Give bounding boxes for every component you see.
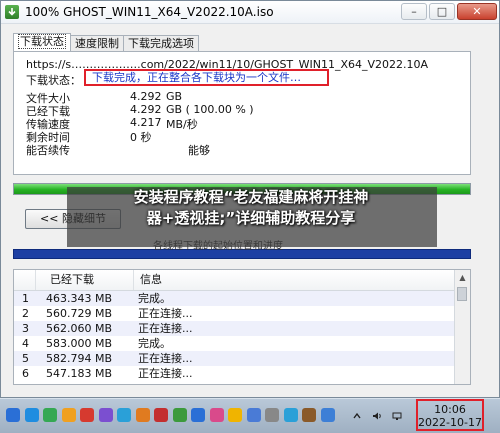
thread-index: 6 [22,367,29,380]
thread-list[interactable]: 已经下载 信息 1 463.343 MB 完成。 2 560.729 MB 正在连接...… [13,269,471,385]
thread-info: 正在连接... [138,352,193,365]
chevron-up-icon[interactable] [352,411,362,421]
clock-date: 2022-10-17 [418,416,482,429]
status-row: 下载状态： [26,72,84,88]
thread-index: 1 [22,292,29,305]
taskbar-app-icon[interactable] [228,408,242,422]
thread-row[interactable]: 5 582.794 MB 正在连接... [14,351,456,366]
thread-row[interactable]: 1 463.343 MB 完成。 [14,291,456,306]
thread-index: 2 [22,307,29,320]
taskbar-app-icon[interactable] [172,408,187,422]
tab-strip: 下载状态 速度限制 下载完成选项 [13,33,199,51]
thread-info: 正在连接... [138,307,193,320]
detail-value: 4.292 [130,103,162,116]
taskbar-app-icon[interactable] [80,408,94,422]
taskbar-app-icon[interactable] [98,408,113,422]
tab-completion-options[interactable]: 下载完成选项 [123,35,199,51]
status-label: 下载状态： [26,74,81,87]
scroll-thumb[interactable] [457,287,467,301]
taskbar-app-icon[interactable] [135,408,150,422]
thread-list-scrollbar[interactable]: ▲ [454,270,470,384]
thread-info: 正在连接... [138,322,193,335]
overlay-caption: 安装程序教程“老友福建麻将开挂神 器+透视挂;”详细辅助教程分享 [1,187,500,229]
thread-downloaded: 582.794 MB [46,352,113,365]
speaker-icon[interactable] [372,411,382,421]
taskbar-app-icon[interactable] [191,408,205,422]
taskbar-app-icon[interactable] [265,408,279,422]
detail-value: 4.292 [130,90,162,103]
clock-time: 10:06 [434,403,466,416]
taskbar-clock[interactable]: 10:06 2022-10-17 [416,399,484,431]
column-header-index[interactable] [14,270,36,290]
taskbar-app-icon[interactable] [117,408,131,422]
thread-info: 正在连接... [138,367,193,380]
scroll-up-icon[interactable]: ▲ [455,270,470,285]
detail-value: 4.217 [130,116,162,129]
thread-info: 完成。 [138,292,171,305]
taskbar-app-icon[interactable] [209,408,224,422]
download-dialog: 100% GHOST_WIN11_X64_V2022.10A.iso – □ ✕… [0,0,500,398]
close-button[interactable]: ✕ [457,3,497,20]
thread-downloaded: 583.000 MB [46,337,113,350]
taskbar-app-icon[interactable] [302,408,316,422]
thread-downloaded: 547.183 MB [46,367,113,380]
download-app-icon [5,5,19,19]
thread-row[interactable]: 4 583.000 MB 完成。 [14,336,456,351]
thread-index: 5 [22,352,29,365]
overlay-caption-line2: 器+透视挂;”详细辅助教程分享 [146,209,356,227]
taskbar: 10:06 2022-10-17 [0,398,500,433]
thread-index: 3 [22,322,29,335]
taskbar-app-icon[interactable] [154,408,168,422]
detail-value: 0 秒 [130,131,152,144]
detail-row: 能否续传 [26,142,84,158]
thread-info: 完成。 [138,337,171,350]
network-icon[interactable] [392,411,402,421]
thread-index: 4 [22,337,29,350]
status-value: 下载完成，正在整合各下载块为一个文件… [84,69,329,86]
taskbar-app-icon[interactable] [283,408,298,422]
tab-speed-limit[interactable]: 速度限制 [70,35,124,51]
details-panel: https://s……………….com/2022/win11/10/GHOST_… [13,51,471,175]
taskbar-app-icon[interactable] [246,408,261,422]
taskbar-app-icon[interactable] [43,408,57,422]
thread-list-header: 已经下载 信息 [14,270,456,291]
taskbar-app-icon[interactable] [61,408,76,422]
tab-download-status[interactable]: 下载状态 [13,33,71,51]
taskbar-app-icon[interactable] [24,408,39,422]
taskbar-app-icon[interactable] [6,408,20,422]
detail-label: 能否续传 [26,144,70,157]
thread-downloaded: 463.343 MB [46,292,113,305]
thread-downloaded: 560.729 MB [46,307,113,320]
detail-unit: GB [166,90,183,103]
column-header-info[interactable]: 信息 [134,270,456,290]
maximize-button[interactable]: □ [429,3,455,20]
detail-unit: GB ( 100.00 % ) [166,103,254,116]
thread-downloaded: 562.060 MB [46,322,113,335]
overlay-caption-line1: 安装程序教程“老友福建麻将开挂神 [133,188,369,206]
detail-unit: MB/秒 [166,118,198,131]
thread-row[interactable]: 3 562.060 MB 正在连接... [14,321,456,336]
thread-row[interactable]: 6 547.183 MB 正在连接... [14,366,456,381]
minimize-button[interactable]: – [401,3,427,20]
thread-row[interactable]: 2 560.729 MB 正在连接... [14,306,456,321]
window-title: 100% GHOST_WIN11_X64_V2022.10A.iso [25,5,274,19]
column-header-downloaded[interactable]: 已经下载 [36,270,134,290]
detail-unit: 能够 [188,144,210,157]
title-bar[interactable]: 100% GHOST_WIN11_X64_V2022.10A.iso – □ ✕ [1,1,499,24]
taskbar-app-icon[interactable] [320,408,335,422]
